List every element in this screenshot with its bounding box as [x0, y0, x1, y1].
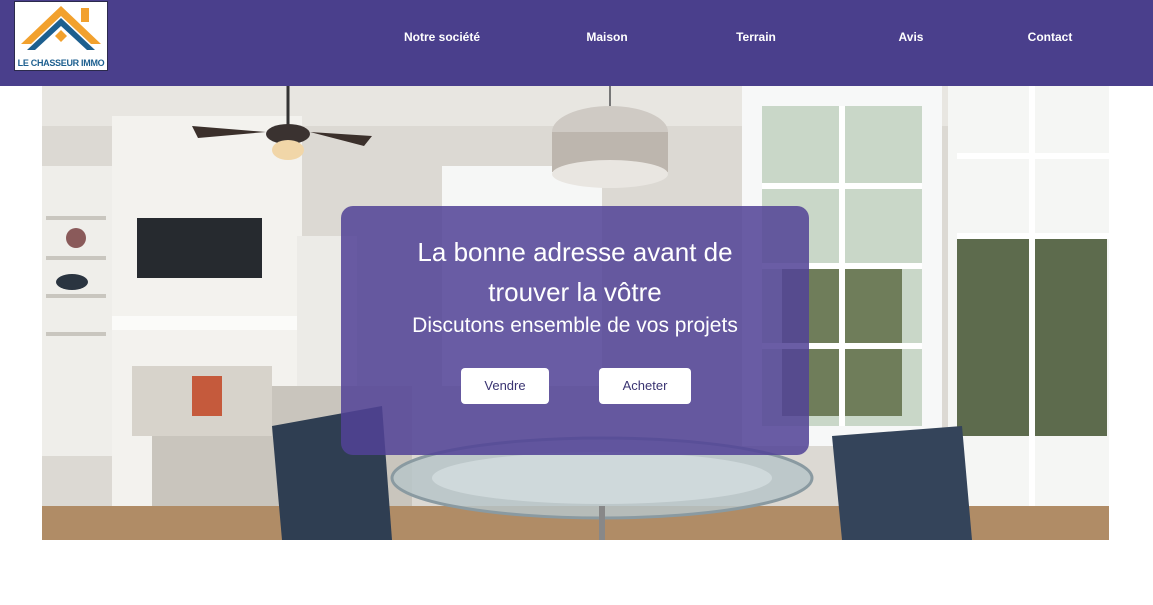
- logo-text: LE CHASSEUR IMMO: [17, 58, 105, 68]
- house-roof-icon: [21, 6, 101, 50]
- hero-title: La bonne adresse avant de trouver la vôt…: [417, 237, 733, 307]
- hero-subtitle: Discutons ensemble de vos projets: [412, 314, 738, 337]
- buy-button[interactable]: Acheter: [599, 368, 691, 404]
- top-navbar: LE CHASSEUR IMMO Notre société Maison Te…: [0, 0, 1153, 86]
- nav-item-contact[interactable]: Contact: [1015, 28, 1085, 46]
- sell-button[interactable]: Vendre: [461, 368, 549, 404]
- company-logo[interactable]: LE CHASSEUR IMMO: [14, 1, 108, 71]
- nav-item-maison[interactable]: Maison: [572, 28, 642, 46]
- nav-item-terrain[interactable]: Terrain: [721, 28, 791, 46]
- nav-item-avis[interactable]: Avis: [886, 28, 936, 46]
- nav-item-notre-societe[interactable]: Notre société: [392, 28, 492, 46]
- hero-overlay-card: La bonne adresse avant de trouver la vôt…: [341, 206, 809, 455]
